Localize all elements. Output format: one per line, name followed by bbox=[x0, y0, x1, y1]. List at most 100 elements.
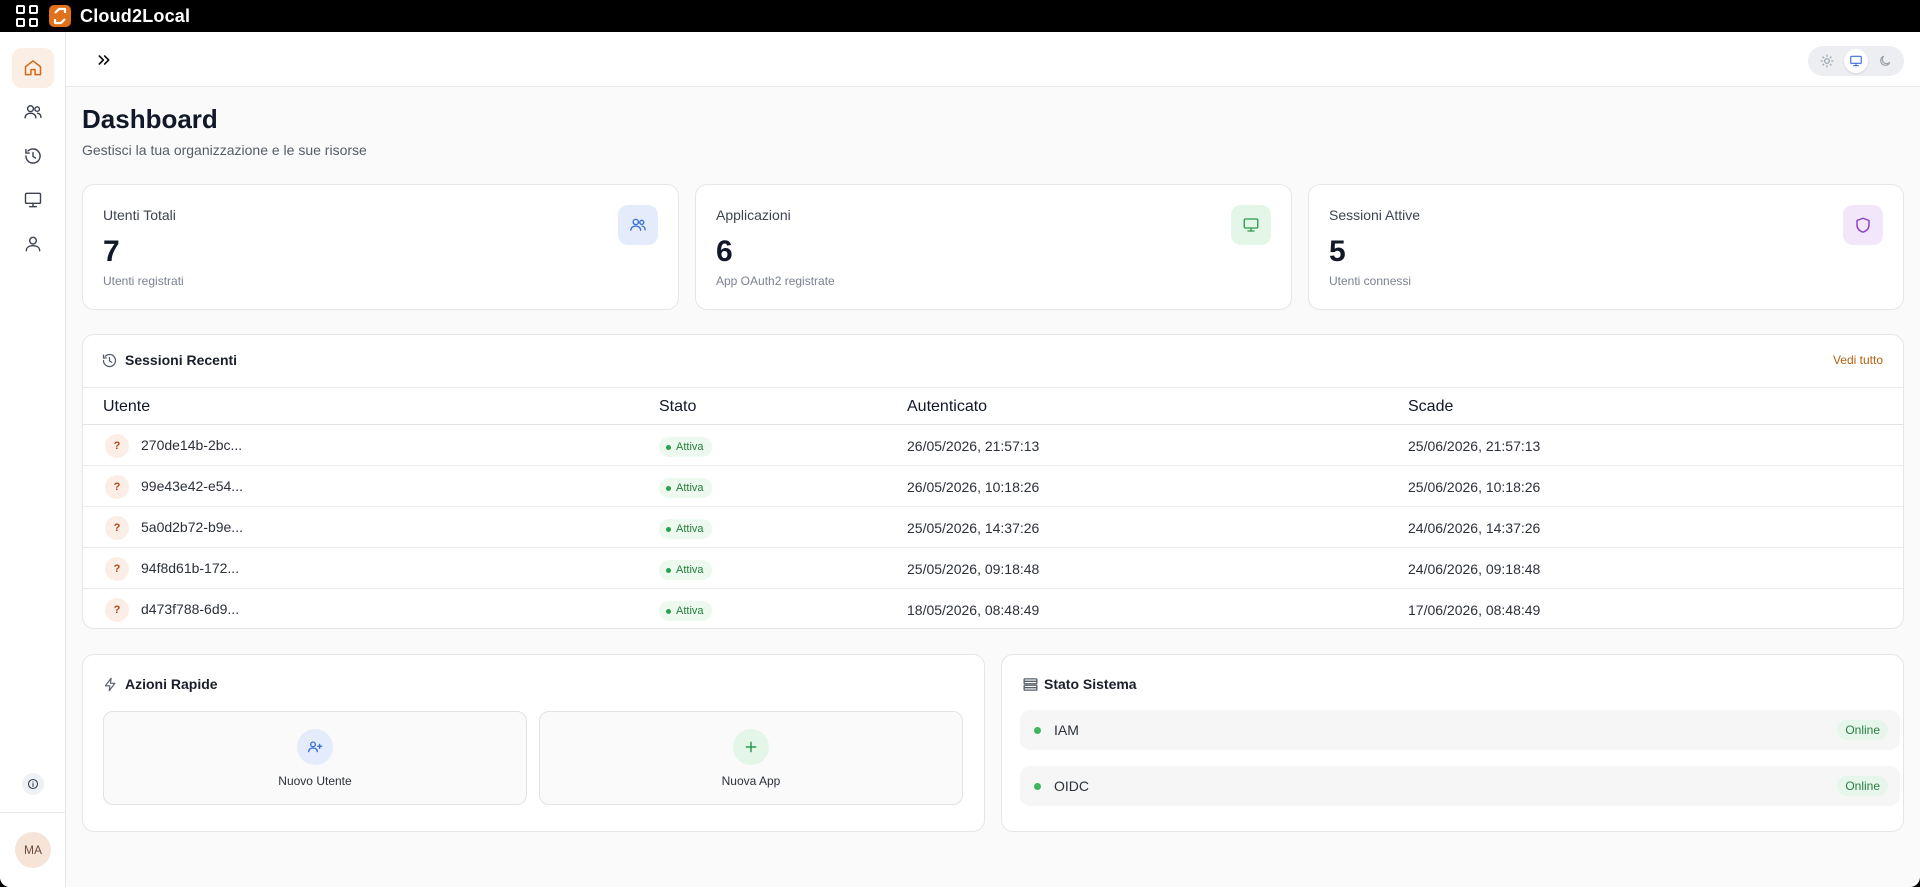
stat-value: 5 bbox=[1329, 235, 1346, 268]
sidebar-item-history[interactable] bbox=[12, 136, 54, 176]
sidebar-item-users[interactable] bbox=[12, 92, 54, 132]
stat-icon-tile bbox=[618, 205, 658, 245]
table-row[interactable]: ? 94f8d61b-172... Attiva 25/05/2026, 09:… bbox=[83, 548, 1903, 589]
sidebar-item-profile[interactable] bbox=[12, 224, 54, 264]
column-header-status[interactable]: Stato bbox=[659, 398, 696, 416]
sidebar-item-home[interactable] bbox=[12, 48, 54, 88]
status-badge: Attiva bbox=[659, 560, 712, 580]
theme-dark-option[interactable] bbox=[1873, 49, 1897, 73]
stat-caption: Utenti registrati bbox=[103, 274, 184, 288]
status-badge: Online bbox=[1837, 776, 1888, 796]
new-user-button[interactable]: Nuovo Utente bbox=[103, 711, 527, 805]
session-expires: 17/06/2026, 08:48:49 bbox=[1408, 602, 1541, 618]
lightning-icon bbox=[104, 677, 116, 692]
table-row[interactable]: ? 99e43e42-e54... Attiva 26/05/2026, 10:… bbox=[83, 466, 1903, 507]
status-text: Attiva bbox=[676, 523, 704, 535]
new-app-icon-tile bbox=[733, 729, 769, 765]
status-badge: Attiva bbox=[659, 519, 712, 539]
top-bar: Cloud2Local bbox=[0, 0, 1920, 32]
online-dot bbox=[1034, 727, 1041, 734]
system-status-card: Stato Sistema IAM Online OIDC Online bbox=[1001, 654, 1904, 832]
status-dot bbox=[666, 485, 671, 491]
session-user-id: 270de14b-2bc... bbox=[141, 437, 243, 453]
user-avatar-placeholder: ? bbox=[105, 516, 129, 540]
stat-value: 6 bbox=[716, 235, 733, 268]
status-dot bbox=[666, 567, 671, 573]
system-status-title: Stato Sistema bbox=[1044, 676, 1137, 692]
stat-value: 7 bbox=[103, 235, 120, 268]
recent-sessions-card: Sessioni Recenti Vedi tutto Utente Stato… bbox=[82, 334, 1904, 629]
plus-icon bbox=[745, 741, 757, 753]
sun-icon bbox=[1820, 54, 1834, 68]
service-name: OIDC bbox=[1054, 778, 1089, 794]
shield-icon bbox=[1856, 217, 1870, 233]
stat-label: Applicazioni bbox=[716, 207, 791, 223]
quick-actions-title: Azioni Rapide bbox=[125, 676, 218, 692]
stat-caption: App OAuth2 registrate bbox=[716, 274, 835, 288]
column-header-user[interactable]: Utente bbox=[103, 398, 150, 416]
session-user-id: 99e43e42-e54... bbox=[141, 478, 243, 494]
stat-caption: Utenti connessi bbox=[1329, 274, 1412, 288]
session-user-id: 94f8d61b-172... bbox=[141, 560, 240, 576]
table-row[interactable]: ? 5a0d2b72-b9e... Attiva 25/05/2026, 14:… bbox=[83, 507, 1903, 548]
app-grid-icon[interactable] bbox=[16, 5, 38, 27]
status-badge: Online bbox=[1837, 720, 1888, 740]
user-avatar-placeholder: ? bbox=[105, 557, 129, 581]
table-row[interactable]: ? d473f788-6d9... Attiva 18/05/2026, 08:… bbox=[83, 589, 1903, 630]
home-icon bbox=[24, 60, 42, 76]
see-all-link[interactable]: Vedi tutto bbox=[1833, 353, 1883, 367]
stat-card-users: Utenti Totali 7 Utenti registrati bbox=[82, 184, 679, 310]
app-window: MA Dashboard Gestisci la tua organizzazi… bbox=[0, 32, 1920, 887]
theme-system-option[interactable] bbox=[1843, 49, 1868, 73]
table-row[interactable]: ? 270de14b-2bc... Attiva 26/05/2026, 21:… bbox=[83, 425, 1903, 466]
new-app-button[interactable]: Nuova App bbox=[539, 711, 963, 805]
info-button[interactable] bbox=[22, 773, 44, 795]
column-header-expires[interactable]: Scade bbox=[1408, 398, 1453, 416]
history-icon bbox=[25, 148, 41, 164]
user-icon bbox=[25, 236, 41, 252]
status-dot bbox=[666, 526, 671, 532]
session-authenticated: 25/05/2026, 14:37:26 bbox=[907, 520, 1040, 536]
theme-light-option[interactable] bbox=[1815, 49, 1839, 73]
user-avatar[interactable]: MA bbox=[15, 832, 51, 868]
stat-icon-tile bbox=[1231, 205, 1271, 245]
moon-icon bbox=[1880, 55, 1891, 66]
session-expires: 25/06/2026, 21:57:13 bbox=[1408, 438, 1541, 454]
session-authenticated: 25/05/2026, 09:18:48 bbox=[907, 561, 1040, 577]
system-service-row: IAM Online bbox=[1020, 710, 1900, 750]
users-icon bbox=[630, 218, 646, 231]
user-plus-icon bbox=[308, 741, 323, 753]
header-bar bbox=[66, 32, 1920, 87]
column-header-authenticated[interactable]: Autenticato bbox=[907, 398, 987, 416]
stat-card-applications: Applicazioni 6 App OAuth2 registrate bbox=[695, 184, 1292, 310]
monitor-icon bbox=[1850, 55, 1862, 67]
system-service-row: OIDC Online bbox=[1020, 766, 1900, 806]
status-badge: Attiva bbox=[659, 478, 712, 498]
user-avatar-placeholder: ? bbox=[105, 434, 129, 458]
user-avatar-placeholder: ? bbox=[105, 475, 129, 499]
new-user-icon-tile bbox=[297, 729, 333, 765]
online-dot bbox=[1034, 783, 1041, 790]
stat-icon-tile bbox=[1843, 205, 1883, 245]
stat-card-sessions: Sessioni Attive 5 Utenti connessi bbox=[1308, 184, 1904, 310]
status-text: Attiva bbox=[676, 605, 704, 617]
page-title: Dashboard bbox=[82, 104, 218, 134]
history-icon bbox=[102, 353, 117, 368]
sidebar-item-applications[interactable] bbox=[12, 180, 54, 220]
status-text: Attiva bbox=[676, 482, 704, 494]
monitor-icon bbox=[1243, 218, 1259, 232]
session-authenticated: 18/05/2026, 08:48:49 bbox=[907, 602, 1040, 618]
sidebar: MA bbox=[0, 32, 66, 887]
session-authenticated: 26/05/2026, 21:57:13 bbox=[907, 438, 1040, 454]
page-subtitle: Gestisci la tua organizzazione e le sue … bbox=[82, 142, 367, 158]
stat-label: Utenti Totali bbox=[103, 207, 176, 223]
session-expires: 25/06/2026, 10:18:26 bbox=[1408, 479, 1541, 495]
new-user-label: Nuovo Utente bbox=[278, 774, 352, 788]
user-avatar-placeholder: ? bbox=[105, 598, 129, 622]
status-badge: Attiva bbox=[659, 437, 712, 457]
status-dot bbox=[666, 444, 671, 450]
brand-name: Cloud2Local bbox=[80, 5, 191, 26]
expand-sidebar-button[interactable] bbox=[92, 48, 116, 72]
status-dot bbox=[666, 608, 671, 614]
stat-label: Sessioni Attive bbox=[1329, 207, 1421, 223]
